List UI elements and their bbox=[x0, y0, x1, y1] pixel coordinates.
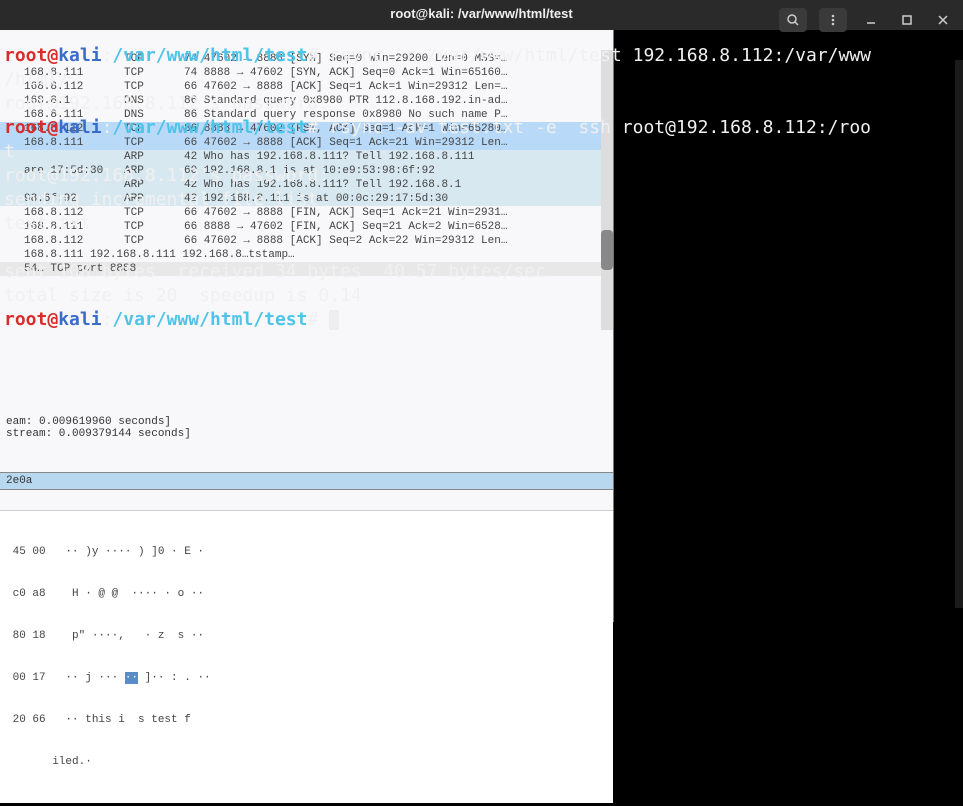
stream-timing: eam: 0.009619960 seconds] stream: 0.0093… bbox=[0, 414, 613, 442]
window-title: root@kali: /var/www/html/test bbox=[390, 6, 572, 21]
maximize-button[interactable] bbox=[895, 8, 919, 32]
rsync-stats: total size is 20 speedup is 0.14 bbox=[4, 285, 362, 306]
rsync-file: test.txt bbox=[4, 213, 91, 234]
hex-header: 2e0a bbox=[0, 472, 613, 490]
terminal-output[interactable]: root@kali:/var/www/html/test# rsync -r /… bbox=[0, 44, 963, 332]
close-button[interactable] bbox=[931, 8, 955, 32]
menu-button[interactable] bbox=[819, 8, 847, 32]
password-prompt: root@192.168.8.112's password: bbox=[4, 165, 340, 186]
hex-dump[interactable]: 45 00 ·· )y ···· ) ]0 · E · c0 a8 H · @ … bbox=[0, 510, 613, 803]
prompt-line-active[interactable]: root@kali:/var/www/html/test# bbox=[4, 308, 959, 332]
terminal-cursor bbox=[329, 310, 339, 330]
prompt-line: root@kali:/var/www/html/test# rsync -av … bbox=[4, 116, 959, 140]
rsync-stats: sent 108 bytes received 34 bytes 40.57 b… bbox=[4, 261, 546, 282]
password-prompt: root@192.168.8.112's password: bbox=[4, 93, 340, 114]
search-button[interactable] bbox=[779, 8, 807, 32]
prompt-line: root@kali:/var/www/html/test# rsync -r /… bbox=[4, 44, 959, 68]
minimize-button[interactable] bbox=[859, 8, 883, 32]
rsync-output: sending incremental file list bbox=[4, 189, 318, 210]
